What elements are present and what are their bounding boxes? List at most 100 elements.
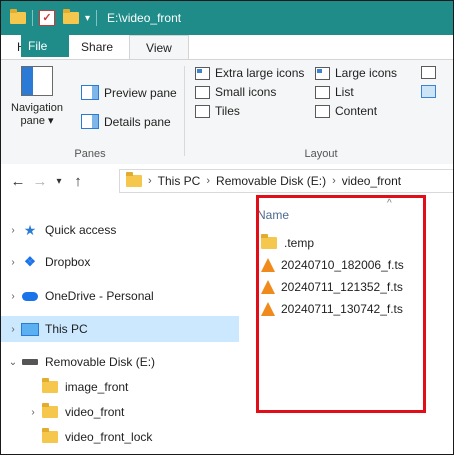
drive-icon xyxy=(21,354,39,370)
expand-chevron-icon[interactable]: › xyxy=(25,407,41,418)
nav-item-onedrive[interactable]: › OneDrive - Personal xyxy=(1,283,239,309)
details-pane-icon xyxy=(81,114,99,129)
forward-arrow-icon[interactable]: → xyxy=(29,173,51,190)
breadcrumb-removable-disk[interactable]: Removable Disk (E:) xyxy=(216,174,326,188)
folder-icon xyxy=(10,9,26,24)
nav-item-removable-disk[interactable]: ⌄ Removable Disk (E:) xyxy=(1,349,239,375)
nav-item-label: video_front_lock xyxy=(65,430,153,444)
nav-item-label: image_front xyxy=(65,380,129,394)
expand-chevron-icon[interactable]: › xyxy=(5,291,21,302)
nav-item-video-front-lock[interactable]: video_front_lock xyxy=(1,424,259,450)
explorer-window: ✓ ▾ E:\video_front File Home Share View … xyxy=(0,0,454,455)
breadcrumb-video-front[interactable]: video_front xyxy=(342,174,401,188)
nav-item-label: video_front xyxy=(65,405,125,419)
dropbox-icon: ❖ xyxy=(24,254,36,269)
vlc-media-icon xyxy=(261,280,275,294)
nav-item-this-pc[interactable]: › This PC xyxy=(1,316,239,342)
tiles-icon xyxy=(195,104,210,118)
folder-icon xyxy=(41,428,59,445)
column-header-name[interactable]: Name xyxy=(257,208,289,222)
tab-file[interactable]: File xyxy=(21,35,69,57)
medium-icons-icon xyxy=(421,66,436,79)
extra-large-icons-icon xyxy=(195,66,210,80)
star-icon: ★ xyxy=(23,221,37,238)
list-item[interactable]: 20240711_130742_f.ts xyxy=(261,298,403,320)
expand-chevron-icon[interactable]: › xyxy=(5,257,21,268)
navigation-pane-label: Navigation xyxy=(11,102,63,114)
nav-item-label: Removable Disk (E:) xyxy=(45,355,156,369)
large-icons-label: Large icons xyxy=(335,66,398,80)
preview-pane-label: Preview pane xyxy=(104,85,177,100)
nav-item-quick-access[interactable]: › ★ Quick access xyxy=(1,217,239,243)
nav-item-image-front[interactable]: image_front xyxy=(1,374,259,400)
divider xyxy=(184,66,185,156)
up-arrow-icon[interactable]: ↑ xyxy=(67,173,89,190)
expand-chevron-icon[interactable]: › xyxy=(5,324,21,335)
medium-icons-button[interactable] xyxy=(421,66,441,79)
small-icons-icon xyxy=(195,85,210,99)
collapse-chevron-icon[interactable]: ⌄ xyxy=(5,357,21,368)
breadcrumb-separator-icon[interactable]: › xyxy=(148,175,152,187)
recent-locations-chevron-icon[interactable]: ▾ xyxy=(51,176,67,187)
new-folder-icon[interactable] xyxy=(63,9,79,24)
address-bar[interactable]: › This PC › Removable Disk (E:) › video_… xyxy=(119,169,453,193)
preview-pane-icon xyxy=(81,85,99,100)
extra-large-icons-button[interactable]: Extra large icons xyxy=(195,66,304,80)
folder-icon xyxy=(261,234,277,249)
details-button[interactable] xyxy=(421,85,441,98)
quick-access-dropdown-icon[interactable]: ▾ xyxy=(85,13,90,24)
file-name: 20240710_182006_f.ts xyxy=(281,258,404,272)
ribbon-view: Navigation pane ▾ Preview pane Details p… xyxy=(1,59,453,165)
vlc-media-icon xyxy=(261,302,275,316)
panes-group-label: Panes xyxy=(74,148,106,160)
file-name: 20240711_121352_f.ts xyxy=(281,280,403,294)
window-title: E:\video_front xyxy=(107,11,182,25)
extra-large-icons-label: Extra large icons xyxy=(215,66,305,80)
nav-item-label: Quick access xyxy=(45,223,117,237)
expand-chevron-icon[interactable]: › xyxy=(5,225,21,236)
list-item[interactable]: 20240710_182006_f.ts xyxy=(261,254,404,276)
breadcrumb-separator-icon[interactable]: › xyxy=(206,175,210,187)
navigation-pane-button[interactable]: Navigation pane ▾ xyxy=(5,66,69,128)
navigation-pane-icon xyxy=(21,66,53,96)
monitor-icon xyxy=(21,321,39,337)
nav-item-dropbox[interactable]: › ❖ Dropbox xyxy=(1,249,239,275)
file-name: .temp xyxy=(284,236,315,250)
tab-share[interactable]: Share xyxy=(65,35,129,59)
content-icon xyxy=(315,104,330,118)
content-label: Content xyxy=(335,104,378,118)
tiles-button[interactable]: Tiles xyxy=(195,104,240,118)
list-item[interactable]: 20240711_121352_f.ts xyxy=(261,276,403,298)
file-name: 20240711_130742_f.ts xyxy=(281,302,403,316)
breadcrumb-separator-icon[interactable]: › xyxy=(332,175,336,187)
back-arrow-icon[interactable]: ← xyxy=(7,173,29,190)
cloud-icon xyxy=(21,288,39,304)
breadcrumb-this-pc[interactable]: This PC xyxy=(158,174,201,188)
list-item[interactable]: .temp xyxy=(261,232,314,254)
tiles-label: Tiles xyxy=(215,104,240,118)
vlc-media-icon xyxy=(261,258,275,272)
address-row: ← → ▾ ↑ › This PC › Removable Disk (E:) … xyxy=(1,164,453,198)
content-button[interactable]: Content xyxy=(315,104,377,118)
nav-item-label: OneDrive - Personal xyxy=(45,289,154,303)
panes-group: Navigation pane ▾ Preview pane Details p… xyxy=(1,60,179,164)
layout-group: Extra large icons Large icons Small icon… xyxy=(189,60,453,164)
list-button[interactable]: List xyxy=(315,85,354,99)
details-pane-button[interactable]: Details pane xyxy=(81,114,171,129)
list-icon xyxy=(315,85,330,99)
small-icons-button[interactable]: Small icons xyxy=(195,85,276,99)
large-icons-button[interactable]: Large icons xyxy=(315,66,397,80)
nav-item-label: Dropbox xyxy=(45,255,91,269)
layout-group-label: Layout xyxy=(304,148,338,160)
folder-icon xyxy=(41,378,59,395)
sort-ascending-icon[interactable]: ^ xyxy=(387,198,392,209)
divider xyxy=(32,10,33,26)
navigation-pane: › ★ Quick access › ❖ Dropbox › OneDrive … xyxy=(1,198,241,454)
details-pane-label: Details pane xyxy=(104,114,171,129)
nav-item-video-front[interactable]: › video_front xyxy=(1,399,259,425)
properties-check-icon[interactable]: ✓ xyxy=(39,10,55,26)
preview-pane-button[interactable]: Preview pane xyxy=(81,85,177,100)
ribbon-tabs: File Home Share View xyxy=(1,35,453,59)
tab-view[interactable]: View xyxy=(129,35,189,59)
folder-icon xyxy=(41,403,59,420)
